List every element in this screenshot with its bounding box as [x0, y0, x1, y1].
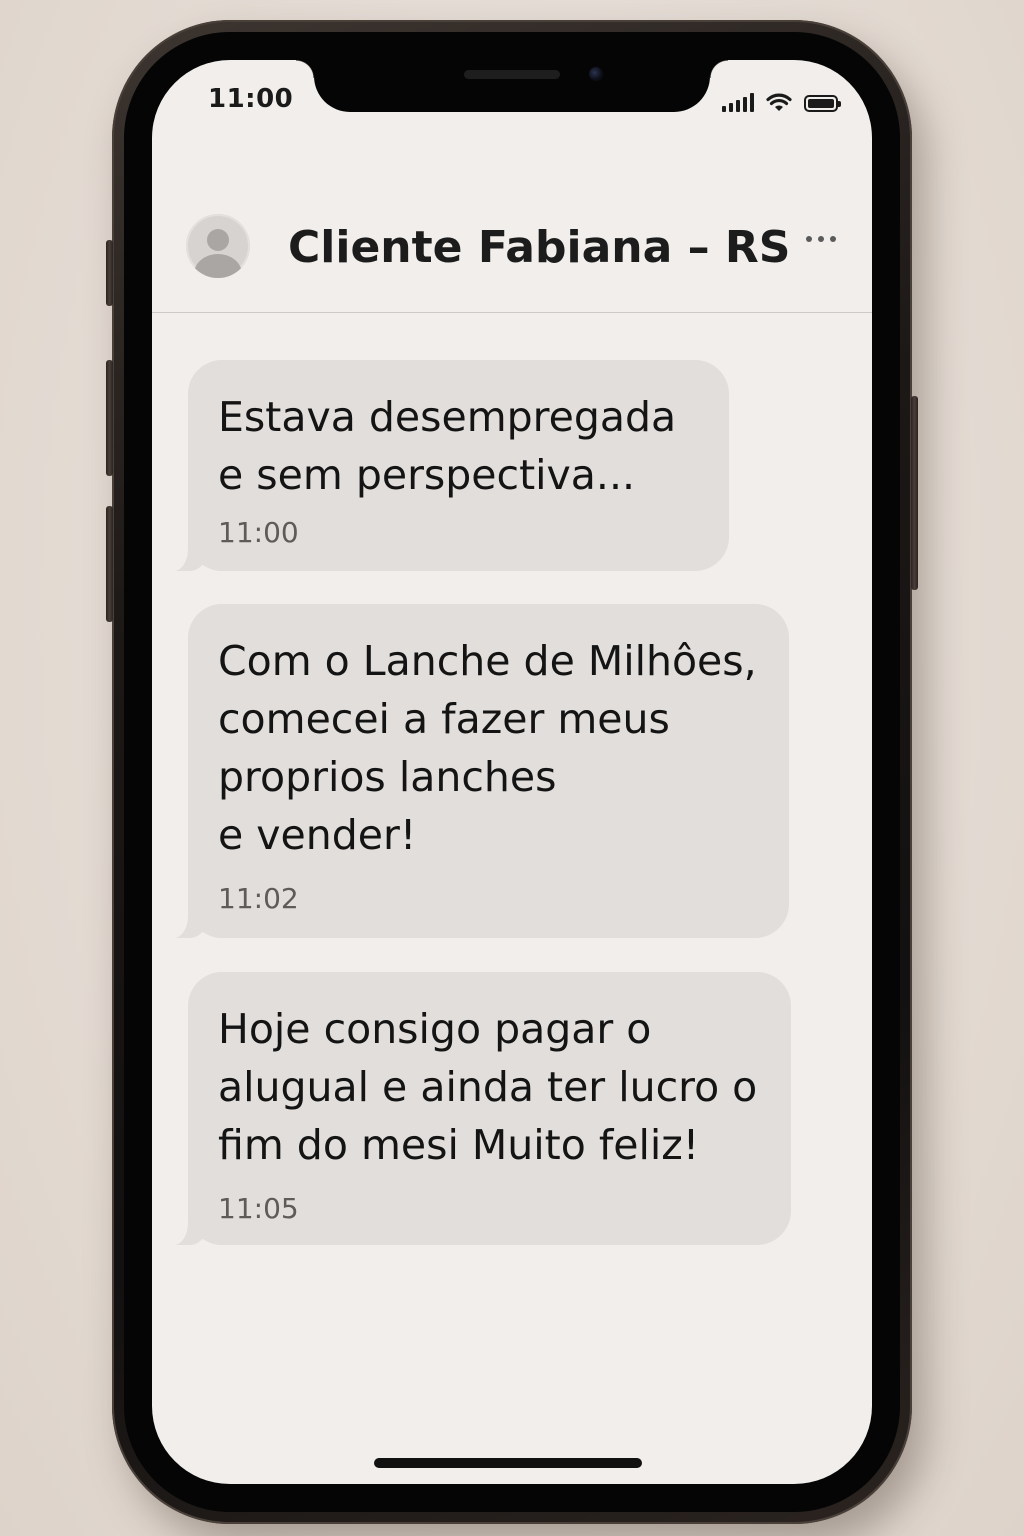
person-avatar-icon[interactable] [186, 214, 250, 278]
battery-full-icon [804, 95, 841, 112]
volume-up-button [106, 360, 113, 476]
notch [296, 60, 728, 112]
home-indicator[interactable] [374, 1458, 642, 1468]
power-button [911, 396, 918, 590]
wifi-icon [766, 93, 792, 111]
message-bubble: Hoje consigo pagar o alugual e ainda ter… [168, 972, 791, 1245]
mute-switch [106, 240, 113, 306]
status-time: 11:00 [208, 84, 294, 114]
message-text: Estava desempregada e sem perspectiva... [218, 393, 677, 499]
contact-name: Cliente Fabiana – RS [288, 222, 791, 273]
cellular-signal-icon [722, 92, 754, 112]
phone-screen: 11:00 Cliente Fabiana – RS Estava desemp… [152, 60, 872, 1484]
message-time: 11:05 [218, 1192, 299, 1225]
more-options-icon[interactable] [806, 236, 836, 242]
message-text: Com o Lanche de Milhôes, comecei a fazer… [218, 637, 757, 859]
chat-header: Cliente Fabiana – RS [152, 160, 872, 313]
message-bubble: Com o Lanche de Milhôes, comecei a fazer… [168, 604, 789, 938]
volume-down-button [106, 506, 113, 622]
message-time: 11:00 [218, 516, 299, 549]
front-camera [589, 67, 603, 81]
message-time: 11:02 [218, 882, 299, 915]
background: 11:00 Cliente Fabiana – RS Estava desemp… [0, 0, 1024, 1536]
message-text: Hoje consigo pagar o alugual e ainda ter… [218, 1005, 758, 1169]
status-icons [722, 90, 841, 112]
speaker-grille [464, 70, 560, 79]
phone-frame: 11:00 Cliente Fabiana – RS Estava desemp… [106, 20, 918, 1524]
message-bubble: Estava desempregada e sem perspectiva...… [168, 360, 729, 571]
